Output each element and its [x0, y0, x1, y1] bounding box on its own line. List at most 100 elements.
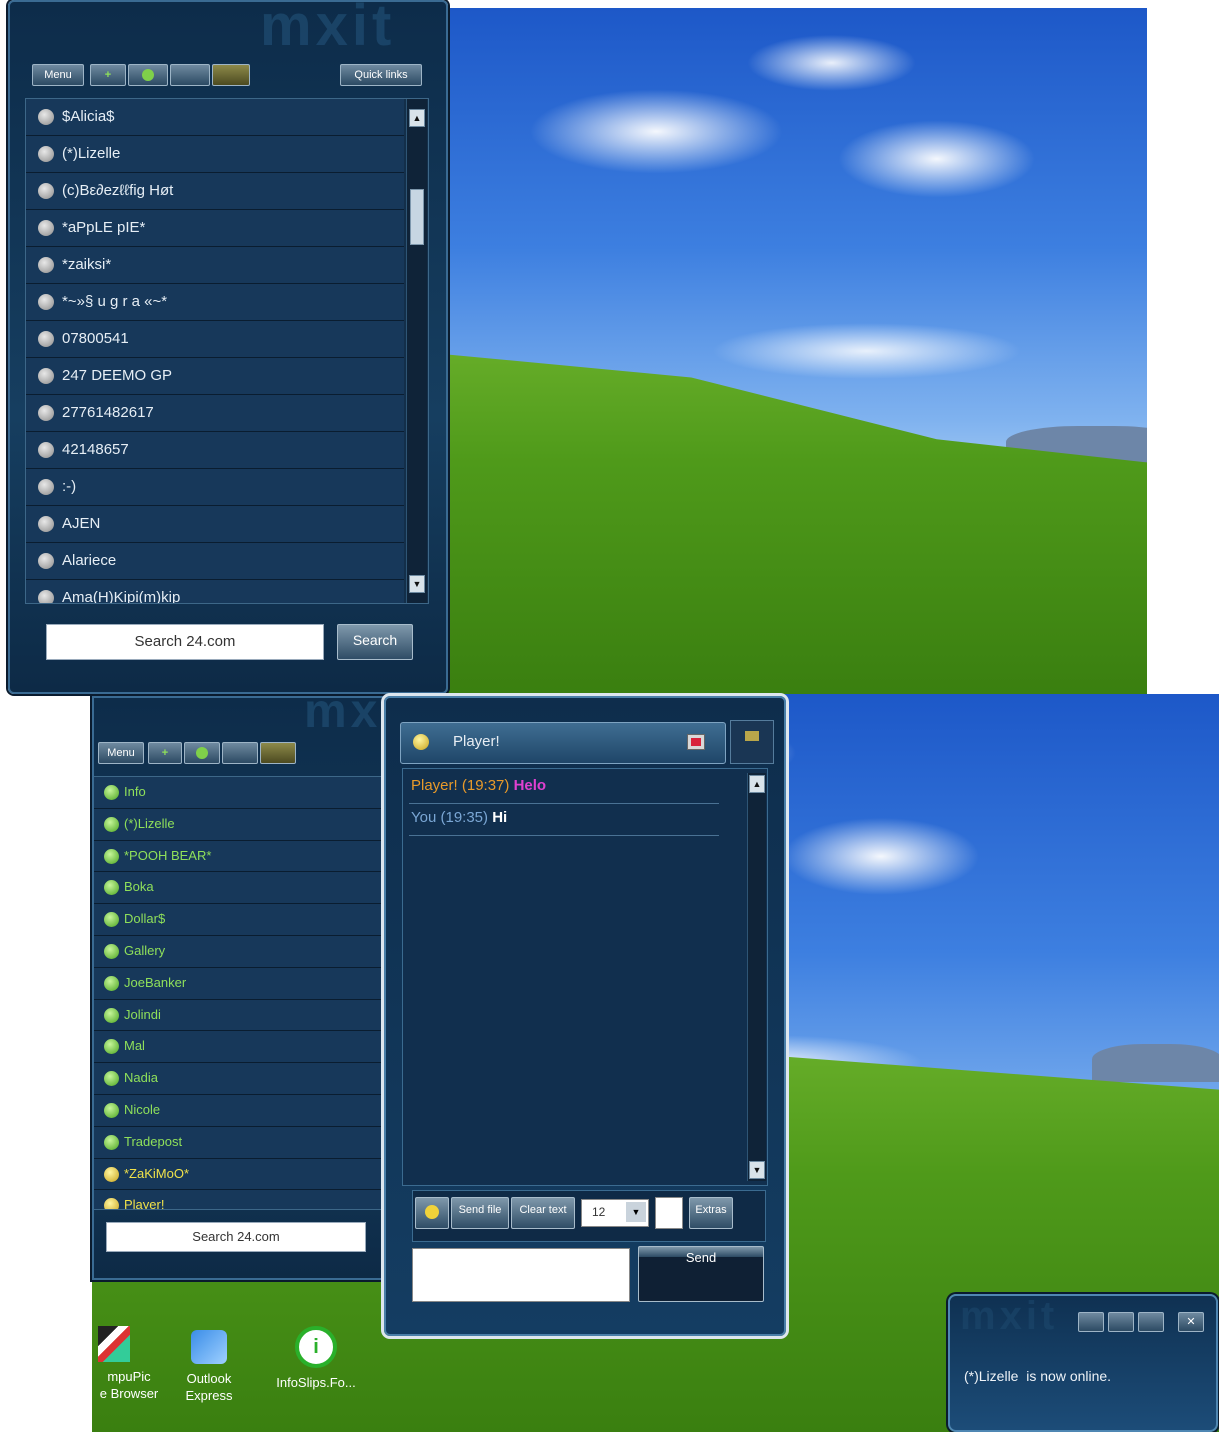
quick-links-button[interactable]: Quick links [340, 64, 422, 86]
infoslips-icon: i [295, 1326, 337, 1368]
scroll-up-arrow-icon[interactable]: ▲ [749, 775, 765, 793]
extras-button[interactable]: Extras [689, 1197, 733, 1229]
status-button[interactable] [184, 742, 220, 764]
search-button[interactable]: Search [337, 624, 413, 660]
messages-button[interactable] [212, 64, 250, 86]
contact-name: (*)Lizelle [124, 815, 175, 831]
contact-name: (*)Lizelle [62, 145, 121, 162]
emoticon-button[interactable] [415, 1197, 449, 1229]
contact-row[interactable]: Boka [94, 872, 390, 905]
contact-list: Info (*)Lizelle *POOH BEAR* Boka Dollar$ Gall… [94, 776, 391, 1210]
contact-name: Ama(H)Kipi(m)kip [62, 589, 181, 604]
minimized-chat-tab[interactable] [730, 720, 774, 764]
search-input[interactable]: Search 24.com [46, 624, 324, 660]
status-online-icon [104, 816, 119, 832]
search-input[interactable]: Search 24.com [106, 1222, 366, 1252]
contact-row[interactable]: *ZaKiMoO* [94, 1158, 390, 1191]
contact-row[interactable]: AJEN [26, 506, 404, 543]
color-picker-button[interactable] [655, 1197, 683, 1229]
contact-row[interactable]: 07800541 [26, 321, 404, 358]
contact-row[interactable]: Nicole [94, 1094, 390, 1127]
mxit-logo: mxit [260, 0, 396, 58]
scroll-down-arrow-icon[interactable]: ▼ [409, 575, 425, 593]
status-online-icon [104, 943, 119, 959]
notification-button-1[interactable] [1078, 1312, 1104, 1332]
toolbar-button-4[interactable] [222, 742, 258, 764]
contact-row[interactable]: *zaiksi* [26, 247, 404, 284]
message-time: (19:35) [440, 809, 489, 826]
contact-row[interactable]: *~»§ u g r a «~* [26, 284, 404, 321]
send-file-button[interactable]: Send file [451, 1197, 509, 1229]
add-contact-button[interactable]: + [90, 64, 126, 86]
contact-row[interactable]: (*)Lizelle [26, 136, 404, 173]
chat-scrollbar[interactable]: ▲ ▼ [747, 773, 766, 1181]
contact-row[interactable]: 27761482617 [26, 395, 404, 432]
message-time: (19:37) [461, 777, 510, 794]
notification-button-2[interactable] [1108, 1312, 1134, 1332]
contact-name: $Alicia$ [62, 108, 115, 125]
desktop-icon-outlook-express[interactable]: Outlook Express [174, 1330, 244, 1404]
status-button[interactable] [128, 64, 168, 86]
message-input[interactable] [412, 1248, 630, 1302]
contact-row[interactable]: :-) [26, 469, 404, 506]
close-tab-icon[interactable] [687, 734, 705, 750]
contact-row[interactable]: Gallery [94, 935, 390, 968]
mxit-logo: mxit [960, 1294, 1059, 1338]
contact-name: AJEN [62, 515, 101, 532]
contact-name: Tradepost [124, 1133, 183, 1149]
toolbar-button-4[interactable] [170, 64, 210, 86]
status-offline-icon [38, 590, 54, 603]
send-button[interactable]: Send [638, 1246, 764, 1302]
message-history: Player! (19:37) Helo You (19:35) Hi ▲ ▼ [402, 768, 768, 1186]
close-icon[interactable]: ✕ [1178, 1312, 1204, 1332]
contact-name: Alariece [62, 552, 117, 569]
contact-list: $Alicia$ (*)Lizelle (c)Bε∂ezℓℓﬁg Høt *aPpLE… [25, 98, 429, 604]
contact-row[interactable]: 247 DEEMO GP [26, 358, 404, 395]
contact-row[interactable]: JoeBanker [94, 967, 390, 1000]
notification-text: (*)Lizelle is now online. [964, 1368, 1112, 1384]
online-notification[interactable]: mxit ✕ (*)Lizelle is now online. [948, 1294, 1218, 1432]
notification-button-3[interactable] [1138, 1312, 1164, 1332]
status-online-icon [104, 880, 119, 896]
scrollbar[interactable]: ▲ ▼ [406, 99, 427, 603]
smiley-icon [425, 1205, 439, 1219]
menu-button[interactable]: Menu [32, 64, 84, 86]
contact-row[interactable]: Tradepost [94, 1126, 390, 1159]
contact-name: Nadia [124, 1070, 158, 1086]
contact-row[interactable]: Alariece [26, 543, 404, 580]
status-offline-icon [38, 516, 54, 532]
status-online-icon [142, 69, 154, 82]
desktop-icon-picture-browser[interactable]: mpuPic e Browser [92, 1326, 166, 1402]
contact-row[interactable]: Dollar$ [94, 904, 390, 936]
contact-row[interactable]: (c)Bε∂ezℓℓﬁg Høt [26, 173, 404, 210]
message-1: Player! (19:37) Helo [411, 777, 546, 794]
desktop-icon-label: InfoSlips.Fo... [276, 1375, 356, 1390]
contact-row[interactable]: 42148657 [26, 432, 404, 469]
contact-row[interactable]: Mal [94, 1031, 390, 1064]
clear-text-button[interactable]: Clear text [511, 1197, 575, 1229]
contact-row[interactable]: (*)Lizelle [94, 808, 390, 841]
contact-row[interactable]: Nadia [94, 1063, 390, 1095]
contact-row[interactable]: Player! [94, 1190, 390, 1209]
contact-row[interactable]: Jolindi [94, 999, 390, 1032]
contact-row[interactable]: Ama(H)Kipi(m)kip [26, 580, 404, 604]
scroll-thumb[interactable] [410, 189, 424, 245]
scroll-down-arrow-icon[interactable]: ▼ [749, 1161, 765, 1179]
scroll-up-arrow-icon[interactable]: ▲ [409, 109, 425, 127]
add-contact-icon: + [104, 69, 112, 81]
contact-row[interactable]: *POOH BEAR* [94, 840, 390, 873]
desktop-icon-infoslips[interactable]: i InfoSlips.Fo... [266, 1326, 366, 1391]
contact-row[interactable]: Info [94, 777, 390, 809]
status-offline-icon [38, 257, 54, 273]
mxit-logo: mxit [304, 696, 394, 738]
contact-row[interactable]: $Alicia$ [26, 99, 404, 136]
status-offline-icon [38, 479, 54, 495]
add-contact-button[interactable]: + [148, 742, 182, 764]
messages-button[interactable] [260, 742, 296, 764]
font-size-select[interactable]: 12 ▼ [581, 1199, 649, 1227]
contact-row[interactable]: *aPpLE pIE* [26, 210, 404, 247]
menu-button[interactable]: Menu [98, 742, 144, 764]
contact-rows: Info (*)Lizelle *POOH BEAR* Boka Dollar$ Gall… [94, 777, 390, 1209]
chat-tab[interactable]: Player! [400, 722, 726, 764]
contact-name: Jolindi [124, 1006, 161, 1022]
